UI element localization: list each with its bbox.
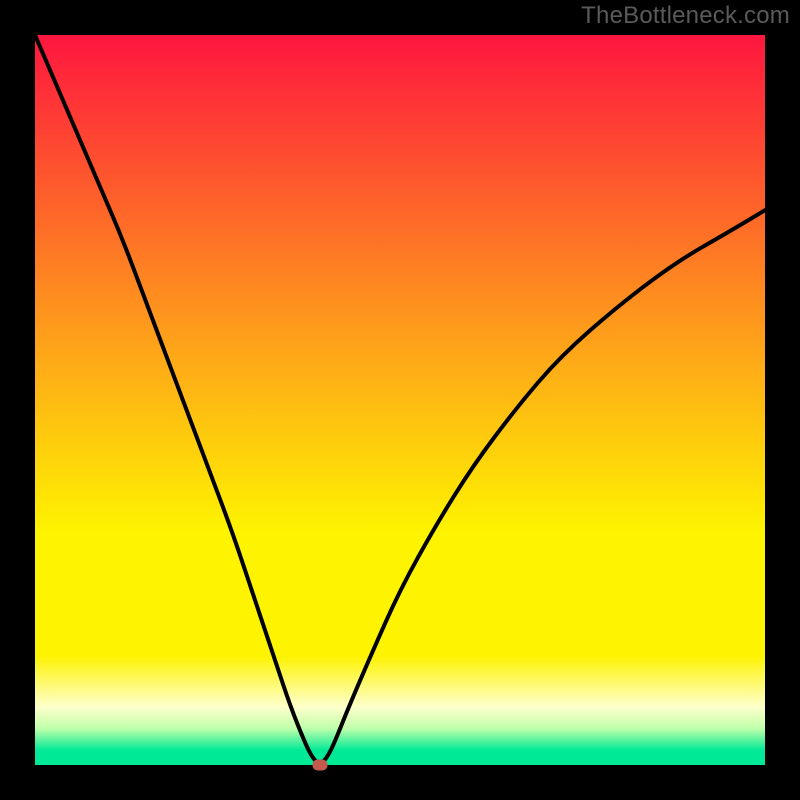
watermark-text: TheBottleneck.com [581,2,790,30]
bottleneck-curve [35,35,765,765]
plot-area [35,35,765,765]
optimal-point-marker [312,760,327,771]
chart-frame: TheBottleneck.com [0,0,800,800]
